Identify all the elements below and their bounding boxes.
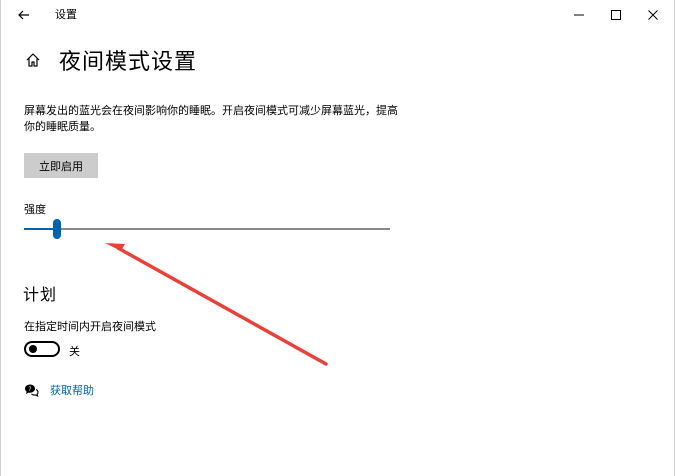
close-icon <box>648 5 658 24</box>
page-title: 夜间模式设置 <box>59 50 198 75</box>
minimize-button[interactable] <box>561 0 597 28</box>
svg-text:?: ? <box>28 386 31 393</box>
toggle-knob <box>29 345 37 353</box>
minimize-icon <box>574 5 584 24</box>
toggle-state-text: 关 <box>69 345 80 358</box>
maximize-icon <box>611 5 621 24</box>
home-icon[interactable] <box>23 50 43 70</box>
get-help-text: 获取帮助 <box>50 384 94 397</box>
enable-now-button[interactable]: 立即启用 <box>24 153 98 178</box>
settings-window: 设置 夜间模式设置 屏幕发出的蓝光会在夜间影响你的睡眠。开启夜间模式可减少屏幕蓝… <box>0 0 675 476</box>
schedule-toggle-label: 在指定时间内开启夜间模式 <box>24 320 156 333</box>
annotation-arrowhead <box>105 243 125 251</box>
strength-label: 强度 <box>24 203 46 216</box>
help-chat-icon: ? <box>23 382 39 398</box>
maximize-button[interactable] <box>598 0 634 28</box>
close-button[interactable] <box>635 0 671 28</box>
get-help-link[interactable]: ? 获取帮助 <box>23 381 94 399</box>
page-description: 屏幕发出的蓝光会在夜间影响你的睡眠。开启夜间模式可减少屏幕蓝光，提高你的睡眠质量… <box>24 104 398 133</box>
slider-thumb[interactable] <box>52 219 61 239</box>
strength-slider[interactable] <box>24 218 390 240</box>
annotation-arrow-shaft <box>116 246 328 366</box>
title-bar: 设置 <box>1 0 674 28</box>
back-arrow-icon <box>18 5 30 24</box>
back-button[interactable] <box>11 3 37 25</box>
slider-track <box>24 228 390 230</box>
app-title: 设置 <box>55 8 77 21</box>
schedule-heading: 计划 <box>23 285 58 304</box>
page-header: 夜间模式设置 <box>23 44 197 76</box>
schedule-toggle[interactable] <box>24 341 60 357</box>
